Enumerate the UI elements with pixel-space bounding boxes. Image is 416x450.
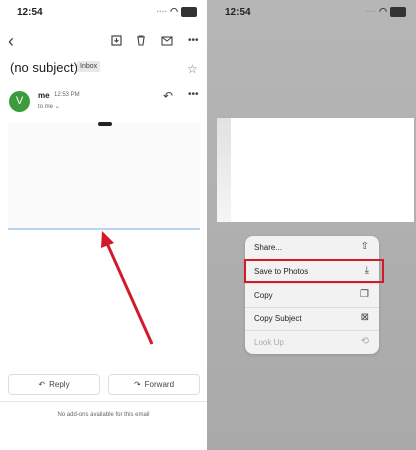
recipient-toggle[interactable]: to me ⌄ bbox=[38, 103, 60, 110]
archive-icon[interactable] bbox=[111, 30, 122, 52]
image-preview bbox=[217, 118, 414, 222]
back-icon[interactable]: ‹ bbox=[8, 30, 14, 52]
email-toolbar: ‹ ••• bbox=[0, 30, 207, 52]
forward-button[interactable]: ↷ Forward bbox=[108, 374, 200, 395]
context-menu-panel: 12:54 ···· ◠ Share... ⇧ Save to Photos ⤓… bbox=[207, 0, 416, 450]
sender-name-text: me bbox=[38, 91, 50, 100]
wifi-icon: ◠ bbox=[170, 6, 178, 16]
battery-icon bbox=[181, 6, 197, 17]
highlight-box bbox=[244, 259, 384, 283]
recipient-text: to me bbox=[38, 104, 54, 110]
forward-button-label: Forward bbox=[144, 380, 175, 389]
menu-item-share[interactable]: Share... ⇧ bbox=[245, 236, 379, 260]
divider bbox=[0, 401, 207, 402]
copy-subject-icon: ⊠ bbox=[360, 312, 369, 323]
addons-text: No add-ons available for this email bbox=[57, 412, 150, 418]
status-bar: 12:54 ···· ◠ bbox=[0, 0, 207, 24]
share-icon: ⇧ bbox=[360, 241, 369, 252]
delete-icon[interactable] bbox=[136, 30, 146, 52]
image-content-fragment bbox=[98, 122, 112, 126]
image-preview-edge bbox=[217, 118, 231, 222]
look-up-icon: ⟲ bbox=[360, 336, 369, 347]
battery-icon bbox=[390, 6, 406, 17]
avatar[interactable]: V bbox=[9, 91, 30, 112]
signal-icon: ···· bbox=[156, 7, 168, 16]
status-time-right: 12:54 bbox=[225, 7, 251, 18]
status-bar-right: 12:54 ···· ◠ bbox=[207, 0, 416, 24]
mail-icon[interactable] bbox=[161, 30, 173, 52]
status-icons-right: ···· ◠ bbox=[365, 6, 406, 17]
star-icon[interactable]: ☆ bbox=[187, 62, 198, 76]
sender-name: me bbox=[38, 91, 50, 100]
reply-button-label: Reply bbox=[49, 380, 70, 389]
signal-icon: ···· bbox=[365, 7, 377, 16]
menu-item-look-up[interactable]: Look Up ⟲ bbox=[245, 331, 379, 354]
copy-icon: ❐ bbox=[360, 289, 369, 300]
reply-icon[interactable]: ↶ bbox=[163, 89, 173, 103]
status-time: 12:54 bbox=[17, 7, 43, 18]
inbox-badge[interactable]: Inbox bbox=[77, 61, 101, 72]
more-options-icon[interactable]: ••• bbox=[188, 30, 199, 52]
status-icons: ···· ◠ bbox=[156, 6, 197, 17]
menu-item-label: Look Up bbox=[254, 338, 284, 347]
context-menu: Share... ⇧ Save to Photos ⤓ Copy ❐ Copy … bbox=[245, 236, 379, 354]
screen: 12:54 ···· ◠ ‹ ••• (no subject) Inbox ☆ … bbox=[0, 0, 416, 450]
menu-item-label: Copy Subject bbox=[254, 314, 302, 323]
wifi-icon: ◠ bbox=[379, 6, 387, 16]
reply-button[interactable]: ↶ Reply bbox=[8, 374, 100, 395]
email-image-attachment[interactable] bbox=[8, 122, 200, 230]
red-arrow-annotation bbox=[101, 231, 154, 345]
reply-button-icon: ↶ bbox=[38, 380, 46, 389]
menu-item-label: Copy bbox=[254, 291, 273, 300]
message-more-icon[interactable]: ••• bbox=[188, 89, 199, 100]
email-subject: (no subject) bbox=[10, 60, 78, 75]
menu-item-label: Share... bbox=[254, 243, 283, 252]
email-view-panel: 12:54 ···· ◠ ‹ ••• (no subject) Inbox ☆ … bbox=[0, 0, 207, 450]
menu-item-copy-subject[interactable]: Copy Subject ⊠ bbox=[245, 307, 379, 331]
forward-button-icon: ↷ bbox=[133, 380, 141, 389]
chevron-down-icon: ⌄ bbox=[54, 104, 60, 110]
menu-item-copy[interactable]: Copy ❐ bbox=[245, 284, 379, 308]
sent-time: 12:53 PM bbox=[54, 92, 80, 98]
